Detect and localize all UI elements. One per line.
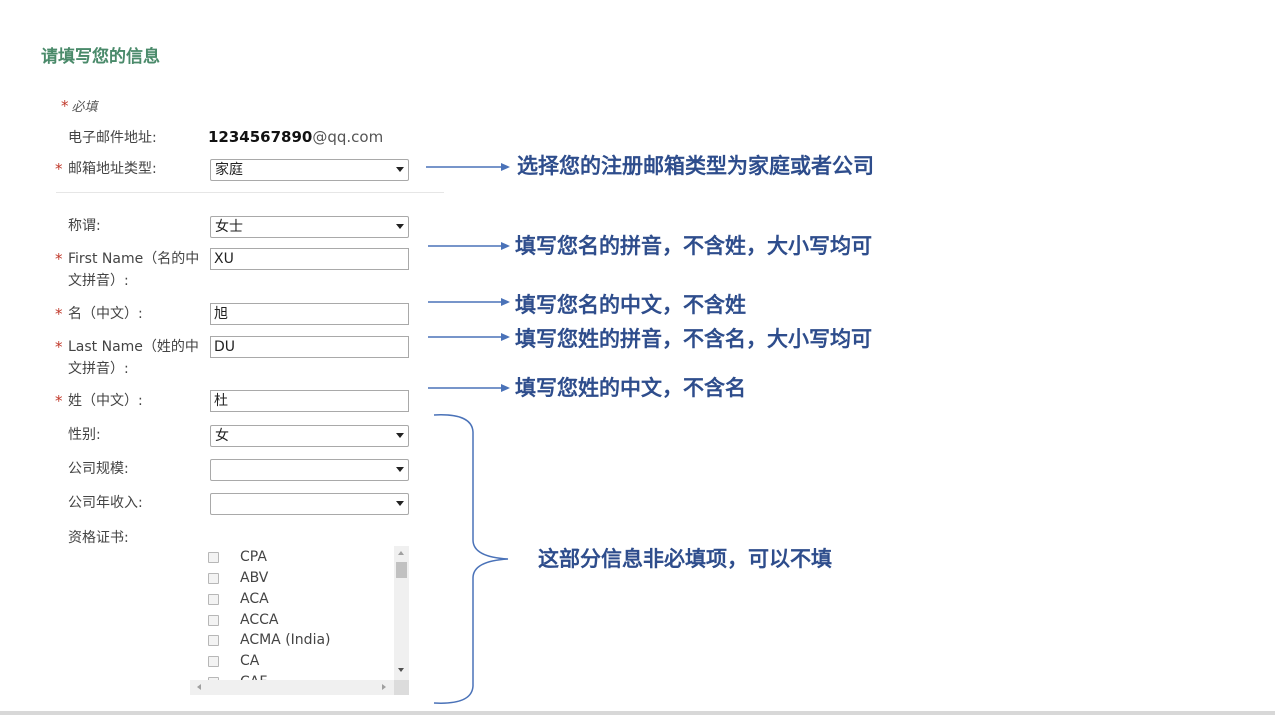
salutation-label: 称谓: bbox=[68, 215, 101, 237]
required-marker: * bbox=[55, 248, 63, 270]
email-label: 电子邮件地址: bbox=[68, 127, 157, 149]
annotation-first-name: 填写您名的拼音，不含姓，大小写均可 bbox=[515, 233, 872, 259]
gender-label: 性别: bbox=[68, 424, 101, 446]
checkbox[interactable] bbox=[208, 552, 219, 563]
list-item[interactable]: ABV bbox=[190, 568, 390, 588]
given-cn-value: 旭 bbox=[214, 305, 228, 323]
email-type-label: 邮箱地址类型: bbox=[68, 161, 157, 177]
family-cn-label: 姓（中文）: bbox=[68, 393, 143, 409]
required-marker: * bbox=[55, 336, 63, 358]
annotation-last-name: 填写您姓的拼音，不含名，大小写均可 bbox=[515, 326, 872, 352]
required-marker: * bbox=[55, 303, 63, 325]
chevron-down-icon bbox=[396, 467, 404, 472]
given-cn-row-label: * 名（中文）: bbox=[68, 303, 143, 325]
list-item[interactable]: ACCA bbox=[190, 610, 390, 630]
first-name-label-line2: 文拼音）: bbox=[68, 270, 199, 292]
list-item[interactable]: CAF bbox=[190, 672, 390, 680]
first-name-value: XU bbox=[214, 250, 234, 268]
company-revenue-select[interactable] bbox=[210, 493, 409, 515]
last-name-label-line2: 文拼音）: bbox=[68, 358, 199, 380]
arrow-head-icon bbox=[501, 384, 510, 392]
certificate-label: ABV bbox=[240, 568, 268, 588]
company-revenue-label: 公司年收入: bbox=[68, 492, 143, 514]
family-cn-value: 杜 bbox=[214, 392, 228, 410]
chevron-down-icon bbox=[396, 167, 404, 172]
arrow-head-icon bbox=[501, 242, 510, 250]
required-note-text: 必填 bbox=[72, 100, 98, 115]
first-name-row-label: * First Name（名的中 文拼音）: bbox=[68, 248, 199, 292]
email-type-value: 家庭 bbox=[215, 161, 243, 179]
certificates-label: 资格证书: bbox=[68, 527, 129, 549]
list-item[interactable]: CPA bbox=[190, 547, 390, 567]
gender-value: 女 bbox=[215, 427, 229, 445]
company-size-select[interactable] bbox=[210, 459, 409, 481]
certificate-label: CAF bbox=[240, 672, 267, 680]
email-value: 1234567890@qq.com bbox=[208, 127, 383, 147]
horizontal-scrollbar[interactable] bbox=[190, 680, 394, 695]
email-type-select[interactable]: 家庭 bbox=[210, 159, 409, 181]
required-marker: * bbox=[61, 97, 69, 115]
last-name-label-line1: Last Name（姓的中 bbox=[68, 336, 199, 358]
annotation-given-cn: 填写您名的中文，不含姓 bbox=[515, 292, 746, 318]
arrow-head-icon bbox=[501, 298, 510, 306]
salutation-select[interactable]: 女士 bbox=[210, 216, 409, 238]
scroll-down-icon[interactable] bbox=[398, 668, 404, 672]
given-cn-label: 名（中文）: bbox=[68, 306, 143, 322]
required-note: *必填 bbox=[61, 96, 98, 115]
chevron-down-icon bbox=[396, 501, 404, 506]
certificate-label: ACMA (India) bbox=[240, 630, 331, 650]
scroll-left-icon[interactable] bbox=[197, 684, 201, 690]
salutation-value: 女士 bbox=[215, 218, 243, 236]
annotation-optional-section: 这部分信息非必填项，可以不填 bbox=[538, 546, 832, 572]
required-marker: * bbox=[55, 390, 63, 412]
annotation-family-cn: 填写您姓的中文，不含名 bbox=[515, 375, 746, 401]
last-name-row-label: * Last Name（姓的中 文拼音）: bbox=[68, 336, 199, 380]
arrow-head-icon bbox=[501, 163, 510, 171]
first-name-label-line1: First Name（名的中 bbox=[68, 248, 199, 270]
company-size-label: 公司规模: bbox=[68, 458, 129, 480]
section-title: 请填写您的信息 bbox=[41, 42, 160, 67]
checkbox[interactable] bbox=[208, 635, 219, 646]
chevron-down-icon bbox=[396, 433, 404, 438]
registration-page: 请填写您的信息 *必填 电子邮件地址: 1234567890@qq.com * … bbox=[0, 0, 1275, 715]
last-name-value: DU bbox=[214, 338, 235, 356]
scroll-up-icon[interactable] bbox=[398, 551, 404, 555]
annotation-email-type: 选择您的注册邮箱类型为家庭或者公司 bbox=[517, 153, 874, 179]
gender-select[interactable]: 女 bbox=[210, 425, 409, 447]
checkbox[interactable] bbox=[208, 615, 219, 626]
divider bbox=[56, 192, 444, 193]
certificate-label: CA bbox=[240, 651, 259, 671]
email-type-row-label: * 邮箱地址类型: bbox=[68, 158, 157, 180]
checkbox[interactable] bbox=[208, 656, 219, 667]
brace-icon bbox=[434, 415, 508, 703]
scroll-thumb[interactable] bbox=[396, 562, 407, 578]
last-name-input[interactable]: DU bbox=[210, 336, 409, 358]
certificates-list: CPA ABV ACA ACCA ACMA (India) CA bbox=[190, 546, 394, 680]
scrollbar-corner bbox=[394, 680, 409, 695]
family-cn-input[interactable]: 杜 bbox=[210, 390, 409, 412]
family-cn-row-label: * 姓（中文）: bbox=[68, 390, 143, 412]
list-item[interactable]: ACA bbox=[190, 589, 390, 609]
certificate-label: ACCA bbox=[240, 610, 278, 630]
given-cn-input[interactable]: 旭 bbox=[210, 303, 409, 325]
list-item[interactable]: ACMA (India) bbox=[190, 630, 390, 650]
email-number: 1234567890 bbox=[208, 128, 312, 146]
required-marker: * bbox=[55, 158, 63, 180]
certificate-label: ACA bbox=[240, 589, 269, 609]
certificate-label: CPA bbox=[240, 547, 267, 567]
scroll-right-icon[interactable] bbox=[382, 684, 386, 690]
bottom-divider bbox=[0, 711, 1275, 715]
vertical-scrollbar[interactable] bbox=[394, 546, 409, 680]
chevron-down-icon bbox=[396, 224, 404, 229]
list-item[interactable]: CA bbox=[190, 651, 390, 671]
certificates-listbox[interactable]: CPA ABV ACA ACCA ACMA (India) CA bbox=[190, 546, 409, 696]
checkbox[interactable] bbox=[208, 594, 219, 605]
checkbox[interactable] bbox=[208, 573, 219, 584]
first-name-input[interactable]: XU bbox=[210, 248, 409, 270]
arrow-head-icon bbox=[501, 333, 510, 341]
email-domain: @qq.com bbox=[312, 128, 383, 146]
